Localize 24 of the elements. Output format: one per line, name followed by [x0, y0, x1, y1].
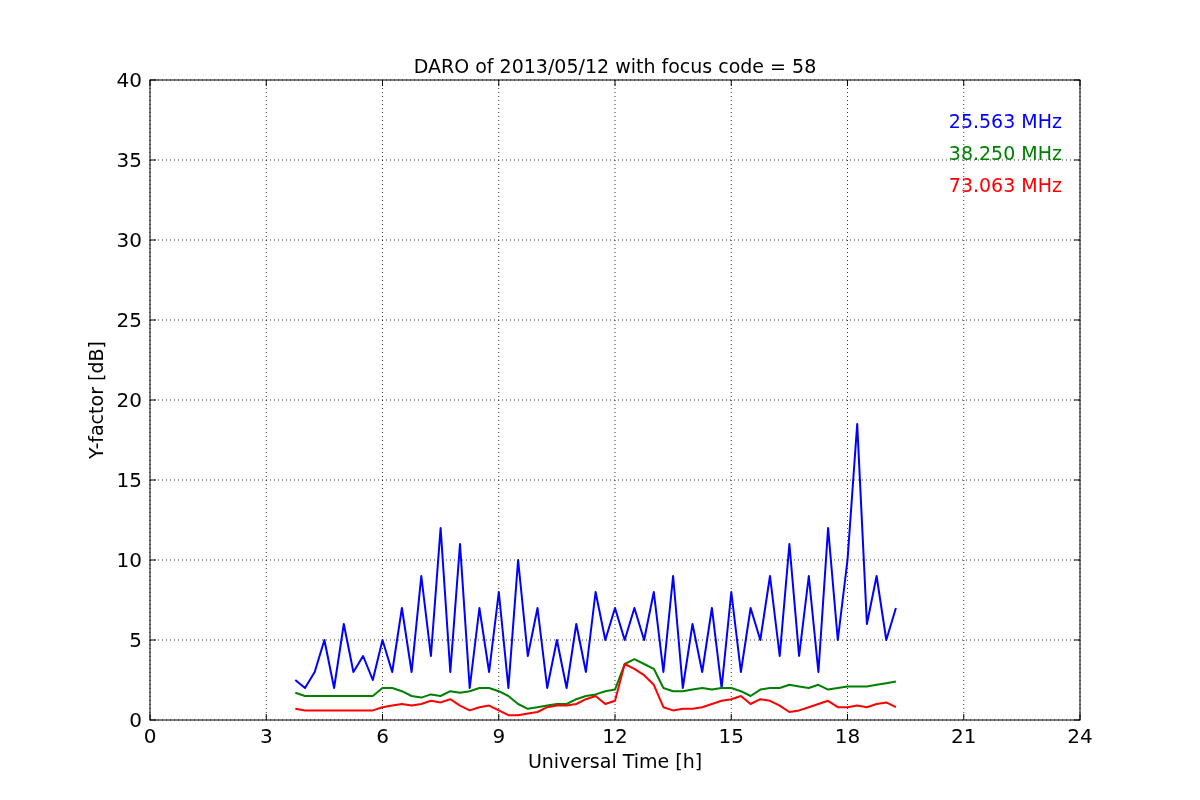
x-tick-label: 0	[143, 724, 157, 748]
x-tick-label: 21	[951, 724, 977, 748]
y-tick-label: 40	[116, 68, 142, 92]
x-tick-label: 9	[492, 724, 506, 748]
x-tick-label: 3	[259, 724, 273, 748]
y-tick-label: 25	[116, 308, 142, 332]
y-tick-label: 30	[116, 228, 142, 252]
y-tick-label: 35	[116, 148, 142, 172]
x-tick-label: 12	[602, 724, 628, 748]
chart-title: DARO of 2013/05/12 with focus code = 58	[413, 55, 817, 77]
y-tick-label: 15	[116, 468, 142, 492]
x-axis-label: Universal Time [h]	[527, 750, 703, 772]
legend-label: 25.563 MHz	[948, 110, 1062, 132]
legend-label: 73.063 MHz	[948, 174, 1062, 196]
x-tick-label: 18	[834, 724, 861, 748]
x-tick-label: 6	[376, 724, 389, 748]
x-tick-label: 15	[718, 724, 744, 748]
y-tick-label: 5	[129, 628, 142, 652]
y-tick-label: 10	[116, 548, 142, 572]
y-axis-label: Y-factor [dB]	[85, 341, 107, 459]
y-tick-label: 0	[129, 708, 142, 732]
legend-label: 38.250 MHz	[948, 142, 1062, 164]
x-tick-label: 24	[1067, 724, 1093, 748]
y-tick-label: 20	[116, 388, 142, 412]
